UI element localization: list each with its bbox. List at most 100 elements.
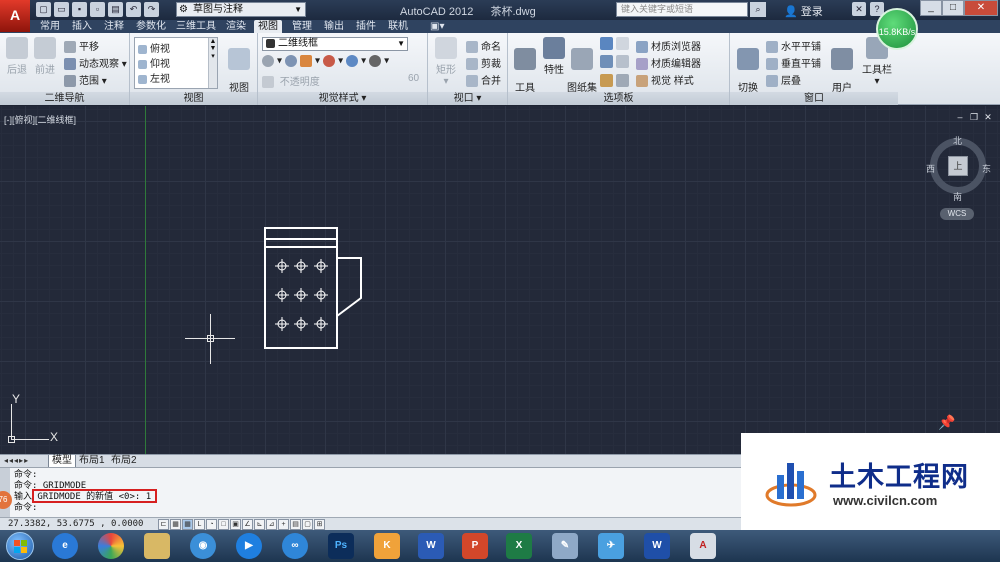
login-link[interactable]: 👤 登录 (784, 3, 823, 19)
dyn-input-icon[interactable]: ⊿ (266, 519, 277, 530)
ducs-icon[interactable]: ⊾ (254, 519, 265, 530)
powerpoint-icon[interactable]: P (462, 533, 488, 559)
tab-home[interactable]: 常用 (40, 20, 60, 33)
wps-writer-icon[interactable]: W (644, 533, 670, 559)
rect-viewport-button[interactable]: 矩形 ▾ (434, 37, 458, 87)
pushpin-icon[interactable]: 📌 (938, 414, 955, 431)
forward-button[interactable]: 前进 (34, 37, 56, 76)
tab-parametric[interactable]: 参数化 (136, 20, 166, 33)
search-icon[interactable]: ⌕ (750, 2, 766, 17)
extent-button[interactable]: 范围 ▾ (64, 72, 107, 88)
viewport-restore-button[interactable]: ❐ (968, 112, 980, 123)
viewport-minimize-button[interactable]: – (954, 112, 966, 123)
pan-button[interactable]: 平移 (64, 38, 99, 54)
calculator-icon[interactable] (616, 55, 629, 69)
kingsoft-icon[interactable]: K (374, 533, 400, 559)
command-input-line[interactable]: 命令: (14, 503, 37, 514)
file-explorer-icon[interactable] (144, 533, 170, 559)
compass-west[interactable]: 西 (926, 162, 935, 175)
photoshop-icon[interactable]: Ps (328, 533, 354, 559)
opacity-control[interactable]: 不透明度 (262, 73, 320, 89)
back-button[interactable]: 后退 (6, 37, 28, 76)
compass-south[interactable]: 南 (953, 190, 962, 203)
cascade-button[interactable]: 层叠 (766, 72, 801, 88)
tab-3d-tools[interactable]: 三维工具 (176, 20, 216, 33)
layer-icon[interactable] (600, 55, 613, 69)
tab-insert[interactable]: 插入 (72, 20, 92, 33)
viewport-label[interactable]: [-][俯视][二维线框] (4, 113, 76, 126)
tab-extra-icon[interactable]: ▣▾ (430, 20, 444, 33)
layout-nav-arrows[interactable]: ◂◂◂▸▸ (4, 456, 29, 465)
media-app-icon[interactable]: ◉ (190, 533, 216, 559)
command-line-icon[interactable] (616, 73, 629, 87)
selection-cycling-icon[interactable]: ⊞ (314, 519, 325, 530)
excel-icon[interactable]: X (506, 533, 532, 559)
tile-horizontal-button[interactable]: 水平平铺 (766, 38, 821, 54)
transparency-icon[interactable]: ▤ (290, 519, 301, 530)
undo-icon[interactable]: ↶ (126, 2, 141, 17)
drawing-area[interactable]: [-][俯视][二维线框] – ❐ ✕ Y X 北 南 东 西 上 WCS 📌 (0, 106, 1000, 454)
open-file-icon[interactable]: ▭ (54, 2, 69, 17)
search-input[interactable]: 键入关键字或短语 (616, 2, 748, 17)
visual-style-tools[interactable]: ▾ ▾ ▾ ▾ ▾ (262, 55, 392, 67)
orbit-button[interactable]: 动态观察 ▾ (64, 55, 127, 71)
tab-output[interactable]: 输出 (324, 20, 344, 33)
teacup-drawing[interactable] (255, 220, 375, 352)
visual-style-select[interactable]: 二维线框 ▼ (262, 37, 408, 51)
tab-online[interactable]: 联机 (388, 20, 408, 33)
wcs-menu[interactable]: WCS (940, 208, 974, 220)
redo-icon[interactable]: ↷ (144, 2, 159, 17)
infer-constraints-icon[interactable]: ⊏ (158, 519, 169, 530)
ortho-icon[interactable]: L (194, 519, 205, 530)
viewcube-top-face[interactable]: 上 (948, 156, 968, 176)
snap-icon[interactable]: ▦ (170, 519, 181, 530)
visual-styles-manager-button[interactable]: 视觉 样式 (636, 72, 694, 88)
autocad-taskbar-icon[interactable]: A (690, 533, 716, 559)
word-icon[interactable]: W (418, 533, 444, 559)
workspace-select[interactable]: ⚙ 草图与注释 ▼ (176, 2, 306, 17)
quick-properties-icon[interactable]: ▢ (302, 519, 313, 530)
viewport-close-button[interactable]: ✕ (982, 112, 994, 123)
tab-manage[interactable]: 管理 (292, 20, 312, 33)
video-player-icon[interactable]: ▶ (236, 533, 262, 559)
markup-icon[interactable] (616, 37, 629, 50)
named-views-list[interactable]: 俯视 仰视 左视 ▲ ▼ ▾ (134, 37, 218, 89)
view-bottom[interactable]: 仰视 (138, 55, 170, 70)
pinwheel-app-icon[interactable] (98, 533, 124, 559)
tab-render[interactable]: 渲染 (226, 20, 246, 33)
maximize-button[interactable]: □ (942, 0, 964, 16)
save-icon[interactable]: ▪ (72, 2, 87, 17)
compass-north[interactable]: 北 (953, 134, 962, 147)
tile-vertical-button[interactable]: 垂直平铺 (766, 55, 821, 71)
polar-icon[interactable]: ◔ (206, 519, 217, 530)
views-scrollbar[interactable]: ▲ ▼ ▾ (208, 38, 217, 88)
viewcube[interactable]: 北 南 东 西 上 WCS (926, 130, 991, 220)
exchange-icon[interactable]: ✕ (852, 2, 866, 16)
app-menu-button[interactable]: A (0, 0, 30, 32)
minimize-button[interactable]: _ (920, 0, 942, 16)
close-button[interactable]: ✕ (964, 0, 998, 16)
otrack-icon[interactable]: ∠ (242, 519, 253, 530)
new-file-icon[interactable]: ▢ (36, 2, 51, 17)
cursor-coordinates[interactable]: 27.3382, 53.6775 , 0.0000 (8, 519, 143, 529)
design-center-icon[interactable] (600, 37, 613, 50)
view-top[interactable]: 俯视 (138, 40, 170, 55)
print-icon[interactable]: ▤ (108, 2, 123, 17)
properties-button[interactable]: 特性 (542, 37, 566, 76)
tab-view[interactable]: 视图 (254, 20, 282, 33)
view-left[interactable]: 左视 (138, 70, 170, 85)
save-as-icon[interactable]: ▫ (90, 2, 105, 17)
paint-icon[interactable]: ✎ (552, 533, 578, 559)
tab-plugins[interactable]: 插件 (356, 20, 376, 33)
lineweight-icon[interactable]: + (278, 519, 289, 530)
ie-icon[interactable]: e (52, 533, 78, 559)
3d-osnap-icon[interactable]: ▣ (230, 519, 241, 530)
material-editor-button[interactable]: 材质编辑器 (636, 55, 701, 71)
tab-annotate[interactable]: 注释 (104, 20, 124, 33)
osnap-icon[interactable]: □ (218, 519, 229, 530)
notification-badge[interactable]: 76 (0, 491, 12, 509)
dbconnect-icon[interactable] (600, 73, 613, 87)
compass-east[interactable]: 东 (982, 162, 991, 175)
bird-app-icon[interactable]: ✈ (598, 533, 624, 559)
join-viewport-button[interactable]: 合并 (466, 72, 501, 88)
